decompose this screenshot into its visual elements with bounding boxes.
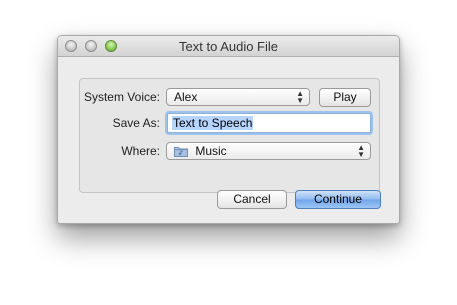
where-value: Music [195, 144, 227, 158]
system-voice-popup[interactable]: Alex ▲ ▼ [166, 88, 310, 106]
where-label: Where: [121, 144, 160, 158]
save-as-label: Save As: [112, 116, 160, 130]
updown-arrows-icon: ▲ ▼ [357, 143, 365, 159]
continue-button[interactable]: Continue [295, 190, 381, 209]
system-voice-value: Alex [174, 90, 198, 104]
music-folder-icon [174, 145, 188, 157]
updown-arrows-icon: ▲ ▼ [296, 89, 304, 105]
window-title: Text to Audio File [179, 39, 278, 54]
dialog-window: Text to Audio File System Voice: Alex ▲ ▼… [57, 35, 400, 224]
cancel-button[interactable]: Cancel [217, 190, 287, 209]
save-as-field[interactable]: Text to Speech [167, 113, 371, 133]
save-as-value: Text to Speech [172, 116, 254, 130]
play-button[interactable]: Play [319, 88, 371, 107]
title-bar[interactable]: Text to Audio File [58, 36, 399, 57]
where-popup[interactable]: Music ▲ ▼ [166, 142, 371, 160]
system-voice-label: System Voice: [83, 90, 160, 104]
